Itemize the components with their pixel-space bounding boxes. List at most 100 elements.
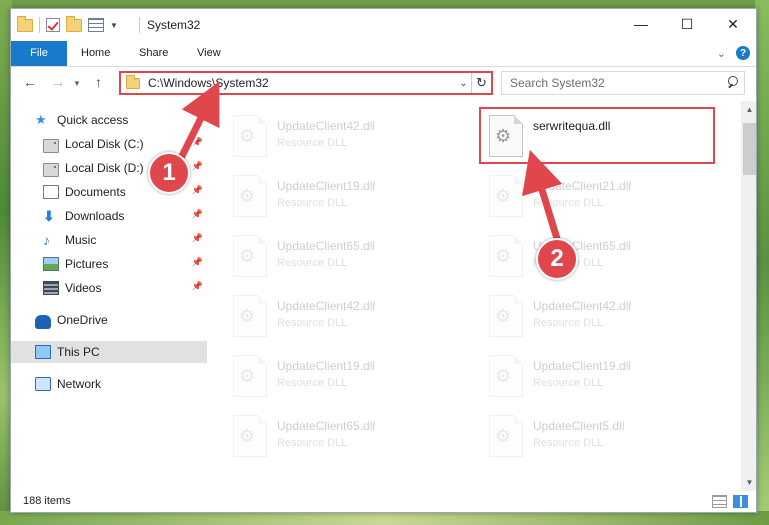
properties-icon[interactable] [88, 18, 104, 32]
file-item[interactable]: ⚙ UpdateClient19.dll Resource DLL [489, 355, 719, 407]
file-item[interactable]: ⚙ UpdateClient42.dll Resource DLL [233, 115, 463, 167]
gear-icon: ⚙ [239, 186, 256, 206]
address-path[interactable]: C:\Windows\System32 [148, 76, 455, 90]
dll-file-icon: ⚙ [233, 295, 267, 337]
toolbar-divider [39, 17, 40, 33]
file-list: ⚙ UpdateClient42.dll Resource DLL ⚙ Updat… [207, 101, 741, 491]
file-type: Resource DLL [277, 137, 348, 149]
file-name: UpdateClient5.dll [533, 419, 625, 433]
file-item[interactable]: ⚙ UpdateClient65.dllResource DLL [233, 415, 463, 467]
address-bar[interactable]: C:\Windows\System32 ⌄ ↻ [119, 71, 493, 95]
sidebar-item-local-disk-c[interactable]: Local Disk (C:) 📌 [11, 133, 207, 155]
recent-locations-chevron-icon[interactable]: ▼ [73, 79, 81, 88]
sidebar-item-this-pc[interactable]: This PC [11, 341, 207, 363]
dll-file-icon: ⚙ [233, 115, 267, 157]
tab-file[interactable]: File [11, 41, 67, 66]
file-item[interactable]: ⚙ UpdateClient42.dll Resource DLL [233, 295, 463, 347]
forward-arrow-icon[interactable]: → [51, 74, 65, 90]
file-type: Resource DLL [277, 257, 348, 269]
sidebar-item-music[interactable]: ♪ Music 📌 [11, 229, 207, 251]
pin-icon[interactable]: 📌 [192, 161, 203, 172]
tab-view[interactable]: View [183, 41, 235, 66]
sidebar-item-network[interactable]: Network [11, 373, 207, 395]
tiles-view-icon[interactable] [733, 495, 748, 508]
dll-file-icon: ⚙ [233, 235, 267, 277]
file-type: Resource DLL [533, 317, 604, 329]
file-item[interactable]: ⚙ UpdateClient5.dll Resource DLL [489, 415, 719, 467]
sidebar-item-pictures[interactable]: Pictures 📌 [11, 253, 207, 275]
file-item[interactable]: ⚙ UpdateClient65.dllResource DLL [233, 235, 463, 287]
gear-icon: ⚙ [239, 426, 256, 446]
pin-icon[interactable]: 📌 [192, 281, 203, 292]
sidebar-item-downloads[interactable]: ⬇ Downloads 📌 [11, 205, 207, 227]
file-item[interactable]: ⚙ UpdateClient19.dll Resource DLL [233, 355, 463, 407]
sidebar-item-label: Quick access [57, 113, 129, 127]
sidebar-item-label: OneDrive [57, 313, 108, 327]
dll-file-icon: ⚙ [489, 355, 523, 397]
file-item[interactable]: ⚙ UpdateClient19.dll Resource DLL [233, 175, 463, 227]
pin-icon[interactable]: 📌 [192, 185, 203, 196]
pictures-icon [43, 257, 59, 271]
ribbon-tabs: File Home Share View ⌄ ? [11, 41, 756, 67]
file-item[interactable]: ⚙ UpdateClient65.dllResource DLL [489, 235, 719, 287]
file-type: Resource DLL [533, 377, 604, 389]
file-name: UpdateClient42.dll [277, 119, 376, 133]
vertical-scrollbar[interactable]: ▲ ▼ [741, 101, 756, 491]
new-folder-icon[interactable] [66, 15, 82, 32]
details-view-icon[interactable] [712, 495, 727, 508]
pin-icon[interactable]: 📌 [192, 209, 203, 220]
file-item[interactable]: ⚙ UpdateClient42.dll Resource DLL [489, 295, 719, 347]
dll-file-icon: ⚙ [233, 175, 267, 217]
minimize-button[interactable]: — [618, 9, 664, 39]
up-arrow-icon[interactable]: ↑ [95, 74, 102, 90]
maximize-button[interactable]: ☐ [664, 9, 710, 39]
back-arrow-icon[interactable]: ← [23, 74, 37, 90]
network-icon [35, 377, 51, 391]
quick-access-toolbar: ▼ [17, 15, 118, 33]
file-name: UpdateClient19.dll [533, 359, 632, 373]
customize-toolbar-chevron-icon[interactable]: ▼ [110, 21, 118, 30]
scrollbar-thumb[interactable] [743, 123, 756, 175]
download-icon: ⬇ [43, 208, 55, 224]
file-item[interactable]: ⚙ UpdateClient21.dll Resource DLL [489, 175, 719, 227]
file-type: Resource DLL [533, 197, 604, 209]
window-title: System32 [147, 18, 201, 32]
dll-file-icon: ⚙ [489, 175, 523, 217]
disk-icon [43, 138, 59, 153]
close-button[interactable]: ✕ [710, 9, 756, 39]
scroll-down-icon[interactable]: ▼ [741, 474, 756, 491]
documents-icon [43, 185, 59, 199]
file-type: Resource DLL [277, 197, 348, 209]
search-box[interactable] [501, 71, 745, 95]
help-icon[interactable]: ? [736, 46, 750, 60]
address-dropdown-chevron-icon[interactable]: ⌄ [455, 77, 471, 89]
expand-ribbon-chevron-icon[interactable]: ⌄ [717, 47, 726, 60]
refresh-icon[interactable]: ↻ [471, 73, 491, 93]
status-bar: 188 items [11, 491, 756, 512]
file-name: UpdateClient19.dll [277, 359, 376, 373]
address-folder-icon [126, 74, 140, 89]
search-icon[interactable] [724, 73, 744, 93]
sidebar-item-label: Downloads [65, 209, 125, 223]
step-marker-1: 1 [148, 152, 190, 194]
dll-file-icon: ⚙ [489, 235, 523, 277]
properties-check-icon[interactable] [46, 18, 60, 32]
title-bar: ▼ System32 — ☐ ✕ [11, 9, 756, 41]
videos-icon [43, 281, 59, 295]
scroll-up-icon[interactable]: ▲ [741, 101, 756, 118]
file-name: UpdateClient21.dll [533, 179, 632, 193]
tab-home[interactable]: Home [67, 41, 124, 66]
sidebar-item-videos[interactable]: Videos 📌 [11, 277, 207, 299]
file-explorer-window: ▼ System32 — ☐ ✕ File Home Share View ⌄ … [10, 8, 757, 513]
pin-icon[interactable]: 📌 [192, 257, 203, 268]
pin-icon[interactable]: 📌 [192, 137, 203, 148]
sidebar-item-onedrive[interactable]: OneDrive [11, 309, 207, 331]
gear-icon: ⚙ [495, 186, 512, 206]
tab-share[interactable]: Share [125, 41, 182, 66]
gear-icon: ⚙ [495, 246, 512, 266]
sidebar-item-quick-access[interactable]: ★ Quick access [11, 109, 207, 131]
search-input[interactable] [510, 76, 724, 90]
sidebar-item-label: Local Disk (D:) [65, 161, 144, 175]
file-name: UpdateClient65.dll [277, 419, 376, 433]
pin-icon[interactable]: 📌 [192, 233, 203, 244]
